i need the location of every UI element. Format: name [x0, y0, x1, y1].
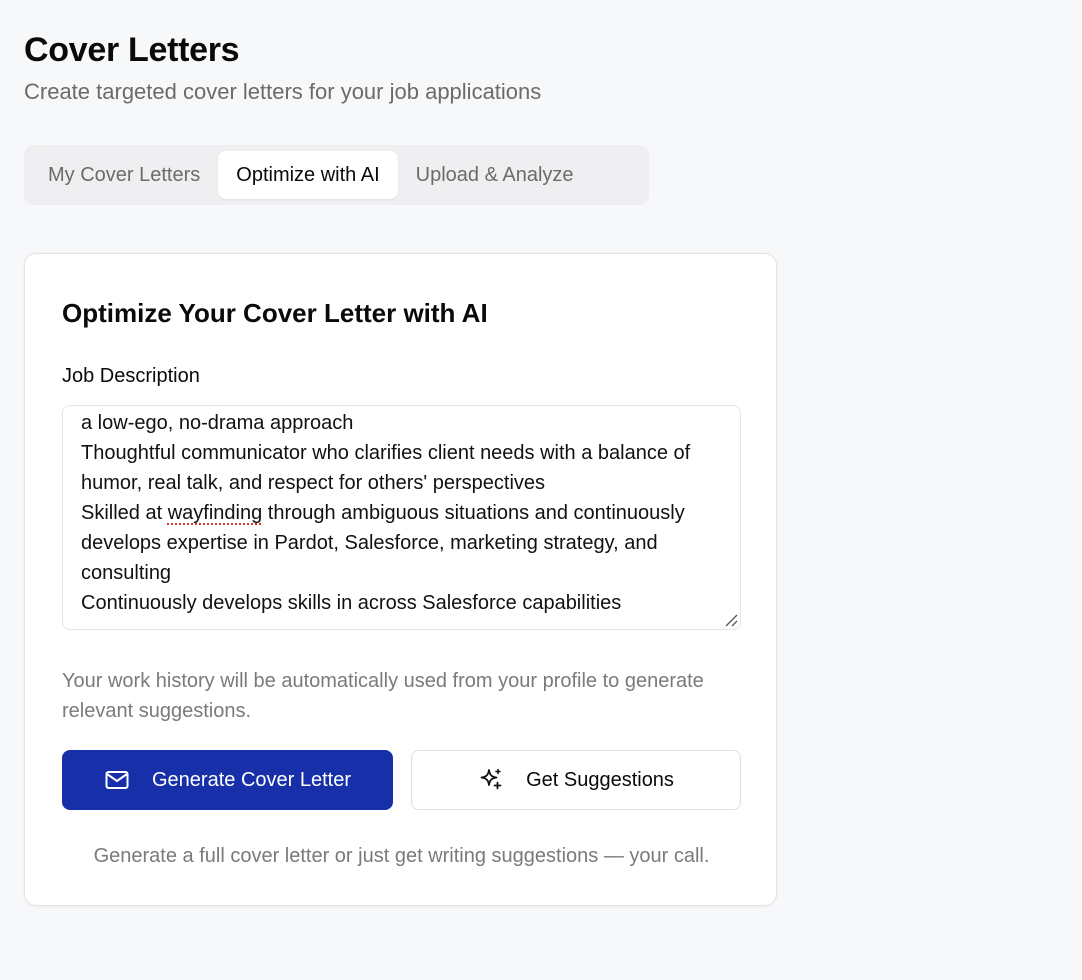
job-description-textarea[interactable]: a low-ego, no-drama approach Thoughtful … — [62, 405, 741, 630]
mail-icon — [104, 767, 130, 793]
resize-handle-icon[interactable] — [722, 611, 738, 627]
tab-upload-analyze[interactable]: Upload & Analyze — [398, 151, 592, 199]
footer-note: Generate a full cover letter or just get… — [93, 845, 710, 867]
spellcheck-flagged-word[interactable]: wayfinding — [168, 502, 263, 524]
generate-button-label: Generate Cover Letter — [152, 768, 351, 791]
tab-bar: My Cover Letters Optimize with AI Upload… — [24, 145, 649, 205]
tab-optimize-with-ai[interactable]: Optimize with AI — [218, 151, 398, 199]
tab-my-cover-letters[interactable]: My Cover Letters — [30, 151, 218, 199]
suggestions-button-label: Get Suggestions — [526, 768, 674, 791]
page: Cover Letters Create targeted cover lett… — [0, 0, 1082, 980]
job-description-label: Job Description — [62, 365, 200, 387]
optimize-card: Optimize Your Cover Letter with AI Job D… — [24, 253, 777, 906]
sparkles-icon — [478, 767, 504, 793]
job-description-text: a low-ego, no-drama approach Thoughtful … — [81, 408, 716, 618]
help-text: Your work history will be automatically … — [62, 670, 704, 722]
page-title: Cover Letters — [24, 31, 240, 69]
get-suggestions-button[interactable]: Get Suggestions — [411, 750, 741, 810]
jd-line-1: a low-ego, no-drama approach — [81, 412, 354, 434]
generate-cover-letter-button[interactable]: Generate Cover Letter — [62, 750, 393, 810]
card-title: Optimize Your Cover Letter with AI — [62, 298, 488, 328]
page-subtitle: Create targeted cover letters for your j… — [24, 79, 542, 104]
jd-line-4: Continuously develops skills in across S… — [81, 592, 622, 614]
jd-line-3: Skilled at wayfinding through ambiguous … — [81, 502, 685, 584]
jd-line-2: Thoughtful communicator who clarifies cl… — [81, 442, 691, 494]
